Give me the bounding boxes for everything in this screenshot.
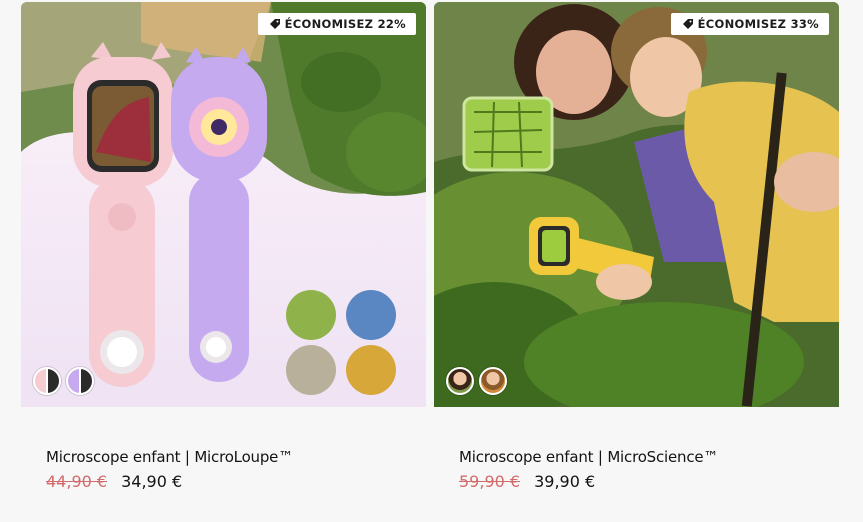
swatch-pink-microscope[interactable] [33,367,61,395]
discount-badge: ÉCONOMISEZ 22% [257,13,416,35]
variant-swatches [446,367,507,395]
discount-badge-label: ÉCONOMISEZ 22% [284,17,406,31]
product-image-microscience[interactable]: ÉCONOMISEZ 33% [434,2,839,407]
product-image-microloupe[interactable]: ÉCONOMISEZ 22% [21,2,426,407]
swatch-girl-photo[interactable] [446,367,474,395]
microscience-illustration [434,2,839,407]
product-title[interactable]: Microscope enfant | MicroLoupe™ [46,448,293,466]
variant-swatches [33,367,94,395]
microloupe-illustration [21,2,426,395]
swatch-boy-photo[interactable] [479,367,507,395]
price-compare-at: 44,90 € [46,472,108,491]
product-card-microscience[interactable]: ÉCONOMISEZ 33% Microscope enfant | Micro… [434,0,839,522]
price-row: 59,90 € 39,90 € [459,472,595,491]
tag-icon [269,19,280,29]
discount-badge: ÉCONOMISEZ 33% [670,13,829,35]
tag-icon [682,19,693,29]
discount-badge-label: ÉCONOMISEZ 33% [697,17,819,31]
product-title[interactable]: Microscope enfant | MicroScience™ [459,448,718,466]
price-compare-at: 59,90 € [459,472,521,491]
price-sale: 34,90 € [121,472,183,491]
product-card-microloupe[interactable]: ÉCONOMISEZ 22% Microscope enfant | Micro… [21,0,426,522]
swatch-lilac-microscope[interactable] [66,367,94,395]
price-row: 44,90 € 34,90 € [46,472,182,491]
price-sale: 39,90 € [534,472,596,491]
